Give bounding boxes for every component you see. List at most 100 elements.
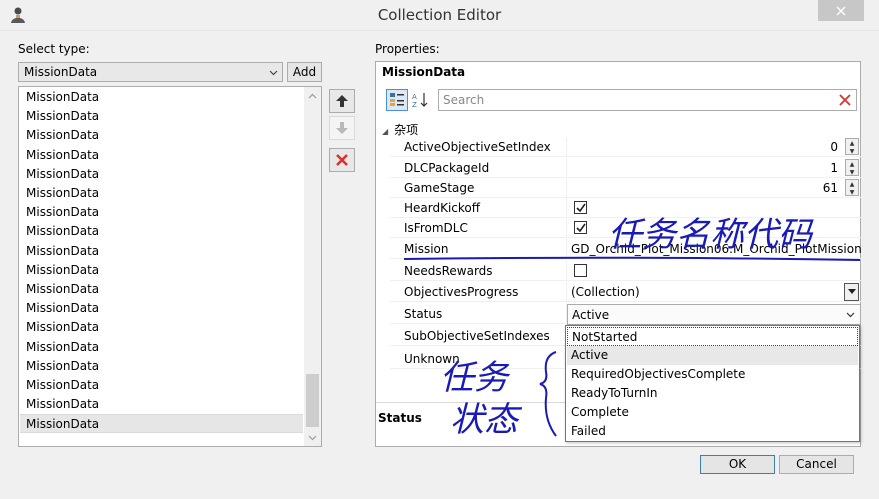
- status-option-complete[interactable]: Complete: [567, 403, 858, 422]
- cancel-button[interactable]: Cancel: [779, 455, 854, 474]
- property-grid-header: MissionData: [382, 65, 466, 79]
- prop-value-cell[interactable]: 1 ▲ ▼: [566, 158, 860, 178]
- move-up-button[interactable]: [329, 89, 355, 113]
- list-item[interactable]: MissionData: [20, 203, 303, 222]
- type-select[interactable]: MissionData: [18, 62, 283, 82]
- scroll-up-icon[interactable]: [304, 87, 321, 104]
- alphabetical-view-button[interactable]: A Z: [409, 89, 431, 111]
- list-item[interactable]: MissionData: [20, 222, 303, 241]
- checkbox-checked[interactable]: [574, 201, 587, 214]
- prop-value-cell[interactable]: [566, 218, 860, 238]
- prop-value-cell[interactable]: (Collection): [566, 282, 860, 302]
- sort-az-icon: A Z: [412, 93, 428, 109]
- prop-value-cell[interactable]: GD_Orchid_Plot_Mission06.M_Orchid_PlotMi…: [566, 239, 861, 259]
- type-select-value: MissionData: [24, 65, 98, 79]
- close-icon: [836, 6, 846, 15]
- clear-search-icon[interactable]: [838, 93, 852, 107]
- prop-name: ActiveObjectiveSetIndex: [404, 140, 551, 154]
- list-item[interactable]: MissionData: [20, 338, 303, 357]
- list-item[interactable]: MissionData: [20, 261, 303, 280]
- arrow-down-icon: [336, 122, 348, 134]
- categorized-icon: [390, 93, 404, 106]
- svg-text:A: A: [412, 93, 417, 101]
- status-combobox-value: Active: [572, 308, 610, 322]
- list-item[interactable]: MissionData: [20, 414, 303, 434]
- property-search-placeholder: Search: [443, 93, 485, 107]
- status-option-failed[interactable]: Failed: [567, 422, 858, 441]
- list-item[interactable]: MissionData: [20, 318, 303, 337]
- list-item[interactable]: MissionData: [20, 146, 303, 165]
- status-dropdown-list[interactable]: NotStarted Active RequiredObjectivesComple…: [565, 325, 860, 442]
- prop-name: IsFromDLC: [404, 221, 468, 235]
- prop-row-game-stage[interactable]: GameStage 61 ▲ ▼: [390, 178, 861, 198]
- list-item[interactable]: MissionData: [20, 299, 303, 318]
- list-item[interactable]: MissionData: [20, 165, 303, 184]
- prop-value-cell[interactable]: Active: [566, 304, 861, 325]
- property-search-input[interactable]: Search: [438, 89, 857, 111]
- status-option-requiredobjectivescomplete[interactable]: RequiredObjectivesComplete: [567, 365, 858, 384]
- description-title: Status: [378, 411, 422, 425]
- prop-name: NeedsRewards: [404, 264, 493, 278]
- collection-dropdown-button[interactable]: [844, 283, 859, 301]
- prop-name: Status: [404, 307, 443, 321]
- checkbox-unchecked[interactable]: [574, 264, 587, 277]
- title-bar: Collection Editor: [0, 0, 879, 31]
- chevron-down-icon: [846, 312, 855, 318]
- prop-row-is-from-dlc[interactable]: IsFromDLC: [390, 218, 861, 238]
- list-item[interactable]: MissionData: [20, 242, 303, 261]
- scroll-thumb[interactable]: [306, 374, 319, 427]
- ok-button[interactable]: OK: [700, 455, 775, 474]
- close-button[interactable]: [818, 0, 864, 21]
- add-button[interactable]: Add: [287, 62, 322, 82]
- chevron-down-icon: [269, 70, 278, 76]
- item-list[interactable]: MissionData MissionData MissionData Mission…: [18, 86, 322, 447]
- prop-value: 0: [830, 140, 838, 154]
- prop-value: GD_Orchid_Plot_Mission06.M_Orchid_PlotMi…: [571, 242, 861, 256]
- prop-value-cell[interactable]: [566, 261, 860, 281]
- delete-icon: [336, 154, 348, 166]
- prop-name: Unknown: [404, 352, 460, 366]
- numeric-spinner[interactable]: ▲ ▼: [845, 138, 859, 155]
- list-item[interactable]: MissionData: [20, 395, 303, 414]
- list-item[interactable]: MissionData: [20, 184, 303, 203]
- list-item[interactable]: MissionData: [20, 107, 303, 126]
- categorized-view-button[interactable]: [386, 89, 408, 111]
- arrow-up-icon: [336, 95, 348, 107]
- prop-name: ObjectivesProgress: [404, 285, 519, 299]
- prop-row-active-objective[interactable]: ActiveObjectiveSetIndex 0 ▲ ▼: [390, 137, 861, 157]
- list-item[interactable]: MissionData: [20, 280, 303, 299]
- prop-value-cell[interactable]: 61 ▲ ▼: [566, 178, 860, 198]
- status-option-active[interactable]: Active: [567, 346, 858, 365]
- prop-row-status[interactable]: Status Active: [390, 304, 861, 325]
- status-combobox[interactable]: Active: [567, 304, 861, 325]
- select-type-label: Select type:: [18, 42, 90, 56]
- prop-row-needs-rewards[interactable]: NeedsRewards: [390, 261, 861, 281]
- list-item[interactable]: MissionData: [20, 88, 303, 107]
- category-label: 杂项: [394, 123, 419, 137]
- prop-row-mission[interactable]: Mission GD_Orchid_Plot_Mission06.M_Orchi…: [390, 239, 861, 259]
- list-item[interactable]: MissionData: [20, 126, 303, 145]
- move-down-button[interactable]: [329, 116, 355, 140]
- numeric-spinner[interactable]: ▲ ▼: [845, 179, 859, 196]
- category-header[interactable]: ◢ 杂项: [382, 121, 418, 138]
- checkbox-checked[interactable]: [574, 221, 587, 234]
- prop-row-dlc-package[interactable]: DLCPackageId 1 ▲ ▼: [390, 158, 861, 178]
- prop-value: 61: [822, 181, 838, 195]
- prop-row-objectives-progress[interactable]: ObjectivesProgress (Collection): [390, 282, 861, 302]
- checkmark-icon: [576, 203, 586, 213]
- prop-row-heard-kickoff[interactable]: HeardKickoff: [390, 198, 861, 218]
- status-option-readytoturnin[interactable]: ReadyToTurnIn: [567, 384, 858, 403]
- status-option-notstarted[interactable]: NotStarted: [567, 327, 858, 346]
- list-scrollbar[interactable]: [304, 87, 321, 446]
- list-item[interactable]: MissionData: [20, 376, 303, 395]
- delete-button[interactable]: [329, 148, 355, 172]
- checkmark-icon: [576, 223, 586, 233]
- prop-value-cell[interactable]: 0 ▲ ▼: [566, 137, 860, 157]
- chevron-down-icon: [847, 289, 856, 294]
- prop-value: (Collection): [571, 285, 640, 299]
- prop-value-cell[interactable]: [566, 198, 860, 218]
- scroll-down-icon[interactable]: [304, 429, 321, 446]
- list-item[interactable]: MissionData: [20, 357, 303, 376]
- numeric-spinner[interactable]: ▲ ▼: [845, 159, 859, 176]
- collapse-triangle-icon[interactable]: ◢: [382, 127, 388, 136]
